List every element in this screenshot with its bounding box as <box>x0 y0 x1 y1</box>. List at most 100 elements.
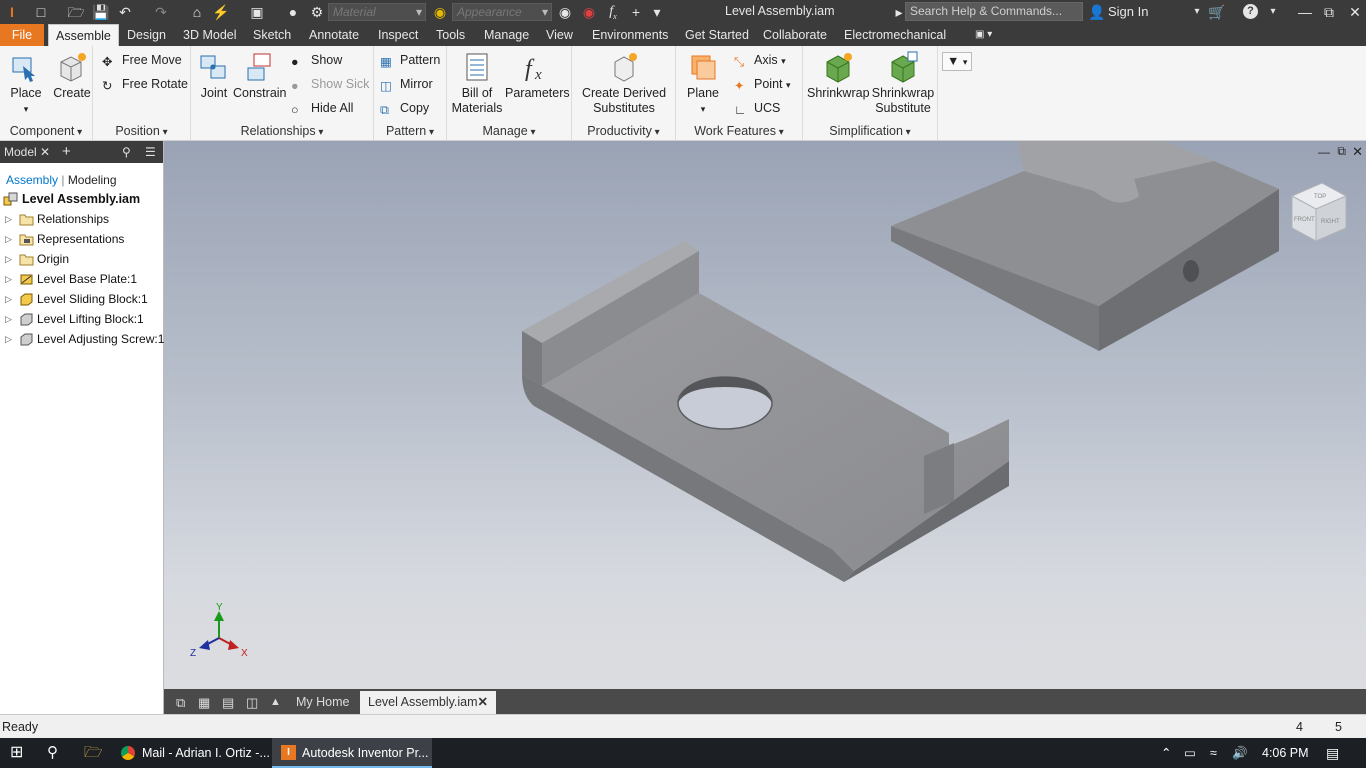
viewport-close-icon[interactable]: ✕ <box>1352 144 1363 160</box>
tab-view[interactable]: View <box>539 24 580 46</box>
taskbar-chrome[interactable]: Mail - Adrian I. Ortiz -... <box>112 738 270 768</box>
tab-design[interactable]: Design <box>120 24 173 46</box>
battery-icon[interactable]: ▭ <box>1184 738 1196 768</box>
tree-root[interactable]: Level Assembly.iam <box>0 189 163 209</box>
create-button[interactable]: Create <box>52 50 92 101</box>
tree-node-adjusting-screw[interactable]: ▷ Level Adjusting Screw:1 <box>0 329 164 349</box>
browser-close-icon[interactable]: ✕ <box>40 145 50 159</box>
volume-icon[interactable]: 🔊 <box>1232 738 1248 768</box>
pattern-panel-title[interactable]: Pattern <box>374 124 446 138</box>
assembly-mode-link[interactable]: Assembly <box>6 173 58 187</box>
shrinkwrap-button[interactable]: Shrinkwrap <box>807 50 870 101</box>
view-cube[interactable]: TOP FRONT RIGHT <box>1290 182 1348 242</box>
create-derived-substitutes-button[interactable]: Create Derived Substitutes <box>578 50 670 116</box>
adjust-appearance-icon[interactable]: ◉ <box>556 3 574 21</box>
measure-icon[interactable]: ● <box>284 3 302 21</box>
tree-node-lifting-block[interactable]: ▷ Level Lifting Block:1 <box>0 309 163 329</box>
update-icon[interactable]: ⚡ <box>212 3 230 21</box>
show-button[interactable]: ● Show <box>291 52 342 69</box>
tab-tools[interactable]: Tools <box>429 24 472 46</box>
tree-node-relationships[interactable]: ▷ Relationships <box>0 209 163 229</box>
browser-menu-icon[interactable]: ☰ <box>145 145 156 159</box>
joint-button[interactable]: Joint <box>195 50 233 101</box>
help-dropdown-icon[interactable]: ▾ <box>1264 3 1282 21</box>
taskbar-search-icon[interactable]: ⚲ <box>47 738 58 768</box>
tab-collaborate[interactable]: Collaborate <box>756 24 834 46</box>
tab-manage[interactable]: Manage <box>477 24 536 46</box>
component-panel-title[interactable]: Component <box>0 124 92 138</box>
free-rotate-button[interactable]: ↻ Free Rotate <box>102 76 188 93</box>
mirror-button[interactable]: ◫ Mirror <box>380 76 433 93</box>
minimize-icon[interactable]: — <box>1296 3 1314 21</box>
graphics-viewport[interactable]: Y X Z TOP FRONT RIGHT — ⧉ ✕ <box>164 141 1366 689</box>
bill-of-materials-button[interactable]: Bill of Materials <box>451 50 503 116</box>
save-icon[interactable]: 💾 <box>92 3 110 21</box>
constrain-button[interactable]: Constrain <box>233 50 287 101</box>
show-sick-button[interactable]: ● Show Sick <box>291 76 369 93</box>
plane-button[interactable]: Plane ▾ <box>682 50 724 117</box>
free-move-button[interactable]: ✥ Free Move <box>102 52 182 69</box>
browser-search-icon[interactable]: ⚲ <box>122 145 131 159</box>
hide-all-button[interactable]: ○ Hide All <box>291 100 353 117</box>
manage-panel-title[interactable]: Manage <box>447 124 571 138</box>
appearance-sphere-icon[interactable]: ◉ <box>431 3 449 21</box>
tree-node-base-plate[interactable]: ▷ Level Base Plate:1 <box>0 269 163 289</box>
tab-assemble[interactable]: Assemble <box>48 24 119 46</box>
settings-icon[interactable]: ⚙ <box>308 3 326 21</box>
tree-node-sliding-block[interactable]: ▷ Level Sliding Block:1 <box>0 289 163 309</box>
tree-node-origin[interactable]: ▷ Origin <box>0 249 163 269</box>
signin-dropdown-icon[interactable]: ▾ <box>1188 3 1206 21</box>
point-button[interactable]: ✦ Point ▾ <box>734 76 791 93</box>
notifications-icon[interactable]: ▤ <box>1326 738 1339 768</box>
file-explorer-icon[interactable]: 🗁 <box>84 738 103 768</box>
app-logo-icon[interactable]: I <box>3 3 21 21</box>
tab-file[interactable]: File <box>0 24 44 46</box>
place-button[interactable]: Place ▾ <box>4 50 48 117</box>
clock[interactable]: 4:06 PM <box>1262 738 1309 768</box>
cart-icon[interactable]: 🛒 <box>1208 3 1226 21</box>
close-doc-tab-icon[interactable]: ✕ <box>478 691 488 714</box>
clear-appearance-icon[interactable]: ◉ <box>580 3 598 21</box>
ucs-button[interactable]: ∟ UCS <box>734 100 780 117</box>
tab-inspect[interactable]: Inspect <box>371 24 425 46</box>
open-file-icon[interactable]: 🗁 <box>67 3 85 21</box>
arrange-up-icon[interactable]: ▲ <box>262 691 289 714</box>
shrinkwrap-substitute-button[interactable]: Shrinkwrap Substitute <box>871 50 935 116</box>
search-input[interactable]: Search Help & Commands... <box>905 2 1083 21</box>
position-panel-title[interactable]: Position <box>93 124 190 138</box>
viewport-restore-icon[interactable]: ⧉ <box>1337 144 1346 159</box>
tab-3d-model[interactable]: 3D Model <box>176 24 244 46</box>
ribbon-extra-dropdown[interactable]: ▼ ▾ <box>942 52 973 71</box>
parameters-button[interactable]: fx Parameters <box>505 50 570 101</box>
new-file-icon[interactable]: □ <box>32 3 50 21</box>
tree-node-representations[interactable]: ▷ Representations <box>0 229 163 249</box>
undo-icon[interactable]: ↶ <box>116 3 134 21</box>
simplification-panel-title[interactable]: Simplification <box>803 124 937 138</box>
fx-icon[interactable]: fx <box>604 3 622 21</box>
pattern-button[interactable]: ▦ Pattern <box>380 52 440 69</box>
lifting-block-part[interactable] <box>891 141 1279 351</box>
relationships-panel-title[interactable]: Relationships <box>191 124 373 138</box>
restore-icon[interactable]: ⧉ <box>1320 3 1338 21</box>
wifi-icon[interactable]: ≈ <box>1210 738 1217 768</box>
tab-my-home[interactable]: My Home <box>288 691 357 714</box>
tab-environments[interactable]: Environments <box>585 24 675 46</box>
ribbon-options-icon[interactable]: ▣ ▾ <box>968 24 999 46</box>
tray-chevron-icon[interactable]: ⌃ <box>1161 738 1171 768</box>
tab-electromechanical[interactable]: Electromechanical <box>837 24 953 46</box>
select-icon[interactable]: ▣ <box>248 3 266 21</box>
browser-add-icon[interactable]: + <box>62 143 71 160</box>
viewport-minimize-icon[interactable]: — <box>1318 145 1330 159</box>
tab-get-started[interactable]: Get Started <box>678 24 756 46</box>
home-icon[interactable]: ⌂ <box>188 3 206 21</box>
start-icon[interactable]: ⊞ <box>10 738 23 768</box>
tab-sketch[interactable]: Sketch <box>246 24 298 46</box>
qat-menu-icon[interactable]: ▾ <box>648 3 666 21</box>
material-select[interactable]: Material <box>328 3 426 21</box>
appearance-select[interactable]: Appearance <box>452 3 552 21</box>
tab-annotate[interactable]: Annotate <box>302 24 366 46</box>
tab-level-assembly[interactable]: Level Assembly.iam ✕ <box>360 691 496 714</box>
redo-icon[interactable]: ↷ <box>152 3 170 21</box>
modeling-mode-link[interactable]: Modeling <box>68 173 117 187</box>
plus-icon[interactable]: + <box>627 3 645 21</box>
